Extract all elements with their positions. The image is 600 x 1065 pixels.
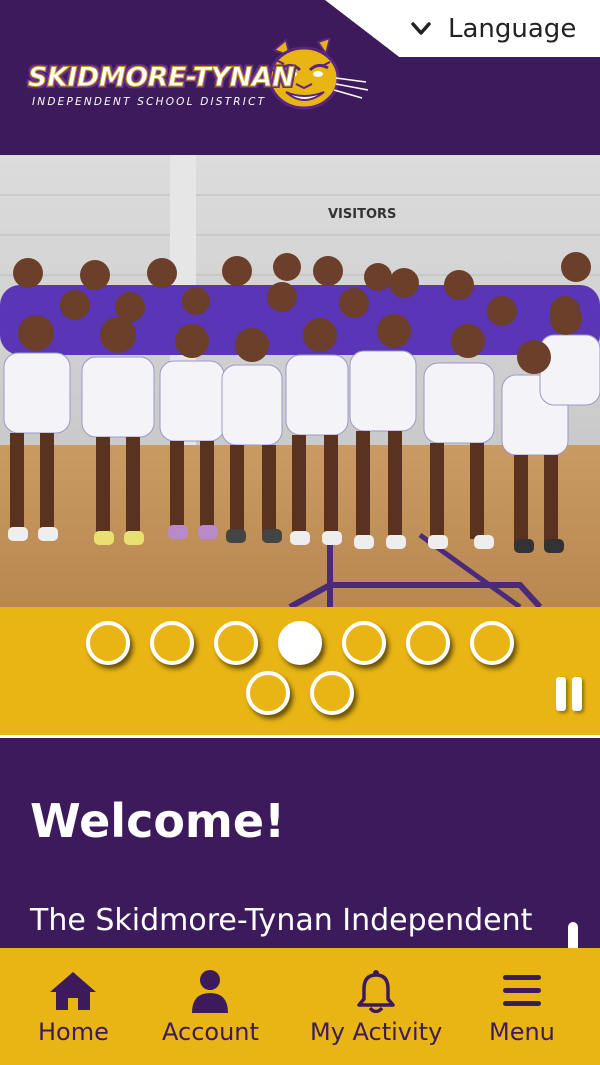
logo-subtitle: INDEPENDENT SCHOOL DISTRICT [32,96,267,108]
slide-dot-7[interactable] [470,621,514,665]
site-header: Language SKIDMORE-TYNAN INDEPENDENT SCHO… [0,0,600,155]
nav-home[interactable]: Home [38,968,109,1046]
slide-dot-3[interactable] [214,621,258,665]
pause-slideshow-button[interactable] [556,677,584,711]
nav-my-activity-label: My Activity [310,1018,443,1046]
nav-my-activity[interactable]: My Activity [310,968,442,1046]
chevron-down-icon [410,18,432,40]
language-selector[interactable]: Language [410,10,576,48]
team-photo-image [0,155,600,607]
visitors-sign-text: VISITORS [328,207,397,222]
nav-home-label: Home [38,1018,109,1046]
slideshow-controls [0,607,600,735]
hamburger-menu-icon [502,968,542,1014]
nav-account[interactable]: Account [162,968,259,1046]
home-icon [48,968,98,1014]
slide-dots-row-1 [0,621,600,665]
bell-icon [356,968,396,1014]
logo-title: SKIDMORE-TYNAN [27,62,295,94]
pause-icon [556,677,566,711]
nav-menu-label: Menu [489,1018,555,1046]
language-label: Language [448,14,577,44]
hero-photo: VISITORS [0,155,600,607]
person-icon [190,968,230,1014]
slide-dot-9[interactable] [310,671,354,715]
slide-dot-4[interactable] [278,621,322,665]
slide-dot-8[interactable] [246,671,290,715]
slide-dot-2[interactable] [150,621,194,665]
scrollbar-thumb[interactable] [568,922,578,948]
slide-dots-row-2 [0,671,600,715]
welcome-section: Welcome! The Skidmore-Tynan Independent [0,738,600,948]
welcome-body-text: The Skidmore-Tynan Independent [30,903,533,938]
nav-account-label: Account [162,1018,259,1046]
district-logo[interactable]: SKIDMORE-TYNAN INDEPENDENT SCHOOL DISTRI… [27,38,373,120]
slide-dot-5[interactable] [342,621,386,665]
slide-dot-1[interactable] [86,621,130,665]
slide-dot-6[interactable] [406,621,450,665]
welcome-title: Welcome! [30,794,286,848]
bottom-navigation: Home Account My Activity Menu [0,948,600,1065]
nav-menu[interactable]: Menu [489,968,555,1046]
